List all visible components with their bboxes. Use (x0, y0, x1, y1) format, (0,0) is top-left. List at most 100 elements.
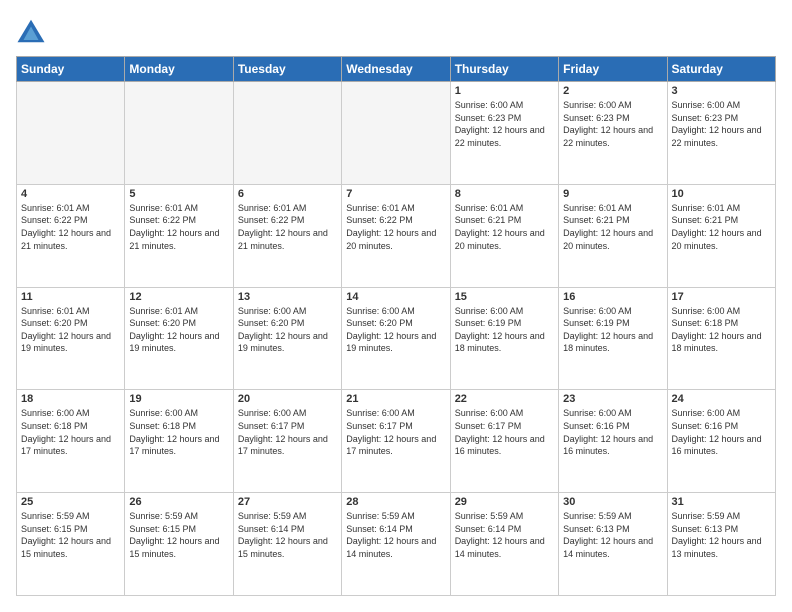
cell-info: Sunrise: 6:01 AMSunset: 6:20 PMDaylight:… (21, 305, 120, 355)
cell-info: Sunrise: 6:01 AMSunset: 6:22 PMDaylight:… (21, 202, 120, 252)
day-number: 6 (238, 188, 337, 200)
day-header-thursday: Thursday (450, 57, 558, 82)
calendar-cell: 3 Sunrise: 6:00 AMSunset: 6:23 PMDaylight… (667, 82, 775, 185)
calendar-cell: 31Sunrise: 5:59 AMSunset: 6:13 PMDayligh… (667, 493, 775, 596)
day-number: 5 (129, 188, 228, 200)
calendar-cell (125, 82, 233, 185)
calendar-cell: 29 Sunrise: 5:59 AMSunset: 6:14 PMDayligh… (450, 493, 558, 596)
calendar-cell: 21Sunrise: 6:00 AMSunset: 6:17 PMDayligh… (342, 390, 450, 493)
page: SundayMondayTuesdayWednesdayThursdayFrid… (0, 0, 792, 612)
logo (16, 16, 50, 46)
cell-info: Sunrise: 5:59 AMSunset: 6:14 PMDaylight:… (455, 510, 554, 560)
calendar: SundayMondayTuesdayWednesdayThursdayFrid… (16, 56, 776, 596)
day-number: 10 (672, 188, 771, 200)
cell-info: Sunrise: 6:00 AMSunset: 6:17 PMDaylight:… (238, 407, 337, 457)
day-number: 26 (129, 496, 228, 508)
day-header-wednesday: Wednesday (342, 57, 450, 82)
calendar-cell: 24 Sunrise: 6:00 AMSunset: 6:16 PMDayligh… (667, 390, 775, 493)
calendar-cell: 2 Sunrise: 6:00 AMSunset: 6:23 PMDaylight… (559, 82, 667, 185)
calendar-cell: 17Sunrise: 6:00 AMSunset: 6:18 PMDayligh… (667, 287, 775, 390)
cell-info: Sunrise: 6:00 AMSunset: 6:19 PMDaylight:… (563, 305, 662, 355)
calendar-cell: 8 Sunrise: 6:01 AMSunset: 6:21 PMDaylight… (450, 184, 558, 287)
day-number: 21 (346, 393, 445, 405)
calendar-cell: 6 Sunrise: 6:01 AMSunset: 6:22 PMDaylight… (233, 184, 341, 287)
week-row-1: 1 Sunrise: 6:00 AMSunset: 6:23 PMDaylight… (17, 82, 776, 185)
day-number: 8 (455, 188, 554, 200)
day-number: 29 (455, 496, 554, 508)
calendar-cell: 4 Sunrise: 6:01 AMSunset: 6:22 PMDaylight… (17, 184, 125, 287)
cell-info: Sunrise: 6:01 AMSunset: 6:21 PMDaylight:… (455, 202, 554, 252)
calendar-cell: 11 Sunrise: 6:01 AMSunset: 6:20 PMDayligh… (17, 287, 125, 390)
day-number: 16 (563, 291, 662, 303)
calendar-cell: 20Sunrise: 6:00 AMSunset: 6:17 PMDayligh… (233, 390, 341, 493)
calendar-cell: 18Sunrise: 6:00 AMSunset: 6:18 PMDayligh… (17, 390, 125, 493)
calendar-cell: 30Sunrise: 5:59 AMSunset: 6:13 PMDayligh… (559, 493, 667, 596)
calendar-body: 1 Sunrise: 6:00 AMSunset: 6:23 PMDaylight… (17, 82, 776, 596)
day-number: 7 (346, 188, 445, 200)
logo-icon (16, 16, 46, 46)
cell-info: Sunrise: 6:00 AMSunset: 6:17 PMDaylight:… (455, 407, 554, 457)
cell-info: Sunrise: 6:00 AMSunset: 6:20 PMDaylight:… (238, 305, 337, 355)
day-number: 22 (455, 393, 554, 405)
day-number: 17 (672, 291, 771, 303)
cell-info: Sunrise: 5:59 AMSunset: 6:13 PMDaylight:… (672, 510, 771, 560)
header-row: SundayMondayTuesdayWednesdayThursdayFrid… (17, 57, 776, 82)
cell-info: Sunrise: 6:01 AMSunset: 6:22 PMDaylight:… (238, 202, 337, 252)
day-number: 9 (563, 188, 662, 200)
cell-info: Sunrise: 6:00 AMSunset: 6:23 PMDaylight:… (563, 99, 662, 149)
cell-info: Sunrise: 6:01 AMSunset: 6:21 PMDaylight:… (672, 202, 771, 252)
day-header-friday: Friday (559, 57, 667, 82)
day-header-tuesday: Tuesday (233, 57, 341, 82)
calendar-cell: 7 Sunrise: 6:01 AMSunset: 6:22 PMDaylight… (342, 184, 450, 287)
calendar-cell (233, 82, 341, 185)
calendar-cell: 16 Sunrise: 6:00 AMSunset: 6:19 PMDayligh… (559, 287, 667, 390)
calendar-cell: 12Sunrise: 6:01 AMSunset: 6:20 PMDayligh… (125, 287, 233, 390)
day-number: 24 (672, 393, 771, 405)
calendar-header: SundayMondayTuesdayWednesdayThursdayFrid… (17, 57, 776, 82)
calendar-cell: 23 Sunrise: 6:00 AMSunset: 6:16 PMDayligh… (559, 390, 667, 493)
calendar-cell: 25Sunrise: 5:59 AMSunset: 6:15 PMDayligh… (17, 493, 125, 596)
calendar-cell (342, 82, 450, 185)
calendar-cell: 15Sunrise: 6:00 AMSunset: 6:19 PMDayligh… (450, 287, 558, 390)
cell-info: Sunrise: 5:59 AMSunset: 6:15 PMDaylight:… (129, 510, 228, 560)
cell-info: Sunrise: 6:00 AMSunset: 6:19 PMDaylight:… (455, 305, 554, 355)
calendar-cell: 9 Sunrise: 6:01 AMSunset: 6:21 PMDaylight… (559, 184, 667, 287)
cell-info: Sunrise: 6:00 AMSunset: 6:16 PMDaylight:… (563, 407, 662, 457)
day-number: 4 (21, 188, 120, 200)
calendar-cell: 14 Sunrise: 6:00 AMSunset: 6:20 PMDayligh… (342, 287, 450, 390)
calendar-cell: 28Sunrise: 5:59 AMSunset: 6:14 PMDayligh… (342, 493, 450, 596)
calendar-cell: 19 Sunrise: 6:00 AMSunset: 6:18 PMDayligh… (125, 390, 233, 493)
cell-info: Sunrise: 6:01 AMSunset: 6:22 PMDaylight:… (129, 202, 228, 252)
day-number: 3 (672, 85, 771, 97)
day-number: 27 (238, 496, 337, 508)
cell-info: Sunrise: 6:00 AMSunset: 6:18 PMDaylight:… (129, 407, 228, 457)
day-number: 14 (346, 291, 445, 303)
day-number: 1 (455, 85, 554, 97)
week-row-3: 11 Sunrise: 6:01 AMSunset: 6:20 PMDayligh… (17, 287, 776, 390)
day-number: 12 (129, 291, 228, 303)
calendar-cell: 13 Sunrise: 6:00 AMSunset: 6:20 PMDayligh… (233, 287, 341, 390)
calendar-cell: 22 Sunrise: 6:00 AMSunset: 6:17 PMDayligh… (450, 390, 558, 493)
day-number: 23 (563, 393, 662, 405)
calendar-cell: 27 Sunrise: 5:59 AMSunset: 6:14 PMDayligh… (233, 493, 341, 596)
day-number: 19 (129, 393, 228, 405)
day-header-sunday: Sunday (17, 57, 125, 82)
cell-info: Sunrise: 6:01 AMSunset: 6:22 PMDaylight:… (346, 202, 445, 252)
calendar-cell: 26 Sunrise: 5:59 AMSunset: 6:15 PMDayligh… (125, 493, 233, 596)
day-number: 13 (238, 291, 337, 303)
cell-info: Sunrise: 6:01 AMSunset: 6:21 PMDaylight:… (563, 202, 662, 252)
day-header-saturday: Saturday (667, 57, 775, 82)
cell-info: Sunrise: 6:00 AMSunset: 6:23 PMDaylight:… (455, 99, 554, 149)
cell-info: Sunrise: 6:00 AMSunset: 6:16 PMDaylight:… (672, 407, 771, 457)
calendar-cell: 5 Sunrise: 6:01 AMSunset: 6:22 PMDaylight… (125, 184, 233, 287)
day-number: 2 (563, 85, 662, 97)
calendar-cell: 1 Sunrise: 6:00 AMSunset: 6:23 PMDaylight… (450, 82, 558, 185)
day-number: 18 (21, 393, 120, 405)
cell-info: Sunrise: 5:59 AMSunset: 6:15 PMDaylight:… (21, 510, 120, 560)
cell-info: Sunrise: 6:00 AMSunset: 6:23 PMDaylight:… (672, 99, 771, 149)
week-row-4: 18 Sunrise: 6:00 AMSunset: 6:18 PMDayligh… (17, 390, 776, 493)
day-number: 11 (21, 291, 120, 303)
header (16, 16, 776, 46)
cell-info: Sunrise: 6:00 AMSunset: 6:20 PMDaylight:… (346, 305, 445, 355)
cell-info: Sunrise: 5:59 AMSunset: 6:14 PMDaylight:… (238, 510, 337, 560)
